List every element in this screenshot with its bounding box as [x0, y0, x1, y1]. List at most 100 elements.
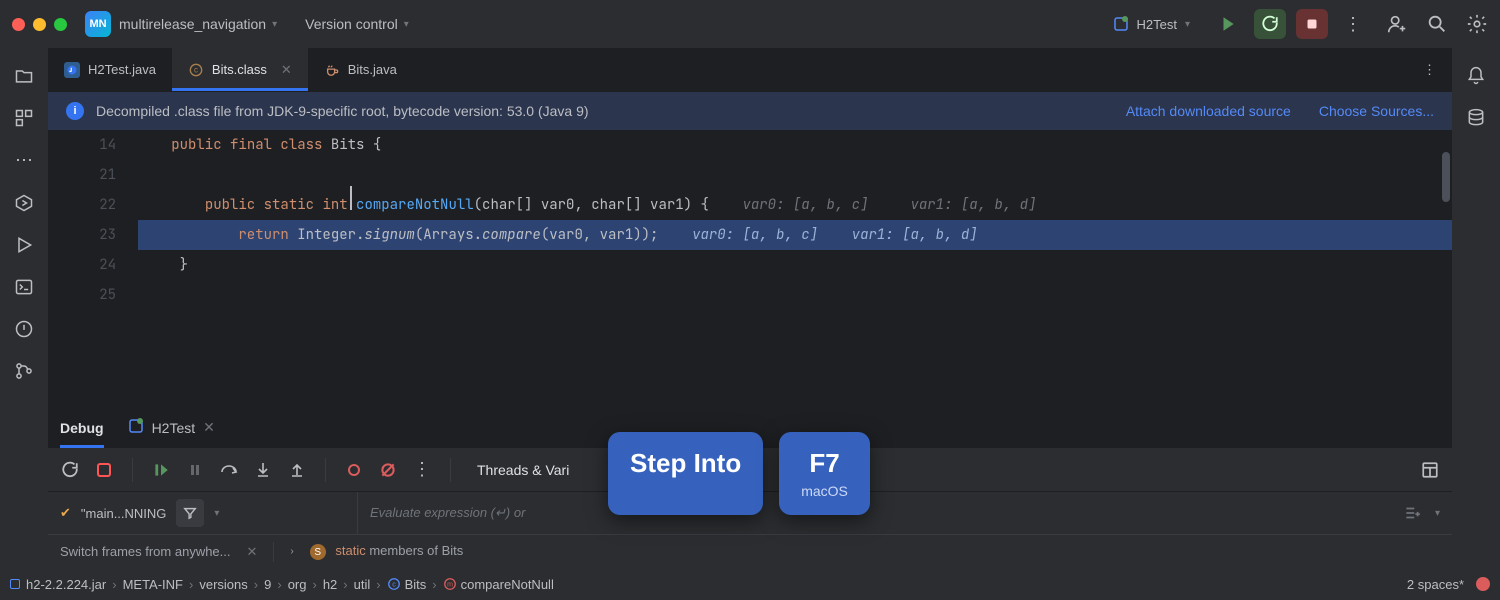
services-tool-icon[interactable] [14, 193, 34, 213]
tabs-more-icon[interactable]: ⋮ [1407, 62, 1452, 78]
terminal-tool-icon[interactable] [14, 277, 34, 297]
add-watch-icon[interactable] [1403, 504, 1421, 522]
chevron-down-icon: ▾ [272, 19, 277, 30]
text-caret-icon [350, 186, 352, 210]
step-into-icon[interactable] [253, 460, 273, 480]
stop-debug-icon[interactable] [94, 460, 114, 480]
tab-h2test-java[interactable]: H2Test.java [48, 48, 172, 91]
tab-label: Bits.java [348, 62, 397, 77]
scrollbar-thumb[interactable] [1442, 152, 1450, 202]
settings-icon[interactable] [1466, 13, 1488, 35]
close-tab-icon[interactable]: ✕ [281, 62, 292, 78]
close-hint-icon[interactable]: ✕ [247, 544, 258, 560]
tab-label: H2Test.java [88, 62, 156, 77]
breadcrumb-item[interactable]: META-INF [123, 577, 183, 592]
breadcrumb-item[interactable]: versions [199, 577, 247, 592]
threads-variables-label: Threads & Vari [477, 462, 569, 478]
run-button[interactable] [1212, 9, 1244, 39]
session-label: H2Test [152, 420, 196, 436]
run-config-icon [1113, 16, 1129, 32]
evaluate-expression-input[interactable]: Evaluate expression (↵) or [358, 505, 1403, 521]
execution-line: return Integer.signum(Arrays.compare(var… [138, 220, 1452, 250]
breadcrumb-item[interactable]: h2 [323, 577, 337, 592]
method-icon: m [443, 577, 457, 591]
titlebar: MN multirelease_navigation ▾ Version con… [0, 0, 1500, 48]
coffee-icon [324, 62, 340, 78]
svg-text:m: m [447, 582, 453, 589]
vcs-tool-icon[interactable] [14, 361, 34, 381]
chevron-down-icon: ▾ [1185, 19, 1190, 30]
version-control-dropdown[interactable]: Version control ▾ [305, 16, 409, 32]
close-session-icon[interactable]: ✕ [203, 419, 215, 436]
breadcrumb-item[interactable]: 9 [264, 577, 271, 592]
indent-widget[interactable]: 2 spaces* [1407, 577, 1464, 592]
editor[interactable]: 14 21 22 23 24 25 public final class Bit… [48, 130, 1452, 406]
tab-bits-java[interactable]: Bits.java [308, 48, 413, 91]
breadcrumb-item[interactable]: compareNotNull [461, 577, 554, 592]
debug-tool-label: Debug [60, 420, 104, 436]
breadcrumb-item[interactable]: h2-2.2.224.jar [26, 577, 106, 592]
debug-rerun-button[interactable] [1254, 9, 1286, 39]
frames-hint: Switch frames from anywhe... [60, 544, 231, 559]
thread-selector[interactable]: ✔ "main...NNING ▾ [48, 492, 358, 534]
expand-node-icon[interactable]: › [290, 546, 293, 557]
add-user-icon[interactable] [1386, 13, 1408, 35]
code-area[interactable]: public final class Bits { public static … [138, 130, 1452, 406]
debug-hint-row: Switch frames from anywhe... ✕ › S stati… [48, 534, 1452, 568]
chevron-down-icon[interactable]: ▾ [1435, 508, 1440, 519]
breadcrumb-item[interactable]: Bits [405, 577, 427, 592]
notifications-icon[interactable] [1466, 66, 1486, 86]
project-name-dropdown[interactable]: multirelease_navigation [119, 16, 266, 32]
problems-tool-icon[interactable] [14, 319, 34, 339]
breadcrumb-item[interactable]: org [288, 577, 307, 592]
variables-node[interactable]: S static members of Bits [310, 543, 464, 561]
debug-more-icon[interactable]: ⋮ [412, 460, 432, 480]
pause-icon[interactable] [185, 460, 205, 480]
shortcut-key: F7 [809, 448, 839, 479]
run-config-name: H2Test [1137, 17, 1177, 32]
mute-breakpoints-icon[interactable] [378, 460, 398, 480]
more-actions-icon[interactable]: ⋮ [1344, 14, 1362, 35]
chevron-down-icon[interactable]: ▾ [214, 508, 219, 519]
step-over-icon[interactable] [219, 460, 239, 480]
breadcrumb-item[interactable]: util [354, 577, 371, 592]
debug-tool-tab[interactable]: Debug [60, 407, 104, 448]
decompiled-banner: i Decompiled .class file from JDK-9-spec… [48, 92, 1452, 130]
run-tool-icon[interactable] [14, 235, 34, 255]
resume-icon[interactable] [151, 460, 171, 480]
version-control-label: Version control [305, 16, 398, 32]
java-file-icon [64, 62, 80, 78]
database-icon[interactable] [1466, 108, 1486, 128]
zoom-window-icon[interactable] [54, 18, 67, 31]
debug-session-tab[interactable]: H2Test ✕ [128, 407, 215, 448]
left-tool-strip: ⋯ [0, 48, 48, 568]
tab-bits-class[interactable]: c Bits.class ✕ [172, 48, 308, 91]
shortcut-platform: macOS [801, 483, 848, 499]
editor-tabs: H2Test.java c Bits.class ✕ Bits.java ⋮ [48, 48, 1452, 92]
attach-source-link[interactable]: Attach downloaded source [1126, 103, 1291, 119]
frames-filter-icon[interactable] [176, 499, 204, 527]
run-configuration-dropdown[interactable]: H2Test ▾ [1103, 12, 1201, 36]
line-gutter: 14 21 22 23 24 25 [48, 130, 138, 406]
project-badge: MN [85, 11, 111, 37]
project-tool-icon[interactable] [14, 66, 34, 86]
structure-tool-icon[interactable] [14, 108, 34, 128]
stop-button[interactable] [1296, 9, 1328, 39]
right-tool-strip [1452, 48, 1500, 568]
view-breakpoints-icon[interactable] [344, 460, 364, 480]
action-name: Step Into [630, 448, 741, 479]
class-icon: c [387, 577, 401, 591]
module-icon [10, 579, 20, 589]
layout-settings-icon[interactable] [1420, 460, 1440, 480]
more-tools-icon[interactable]: ⋯ [15, 150, 33, 171]
step-out-icon[interactable] [287, 460, 307, 480]
rerun-icon[interactable] [60, 460, 80, 480]
action-card: Step Into [608, 432, 763, 515]
minimize-window-icon[interactable] [33, 18, 46, 31]
shortcut-tooltip: Step Into F7 macOS [608, 432, 870, 515]
error-indicator-icon[interactable] [1476, 577, 1490, 591]
search-icon[interactable] [1426, 13, 1448, 35]
close-window-icon[interactable] [12, 18, 25, 31]
banner-text: Decompiled .class file from JDK-9-specif… [96, 103, 589, 119]
choose-sources-link[interactable]: Choose Sources... [1319, 103, 1434, 119]
